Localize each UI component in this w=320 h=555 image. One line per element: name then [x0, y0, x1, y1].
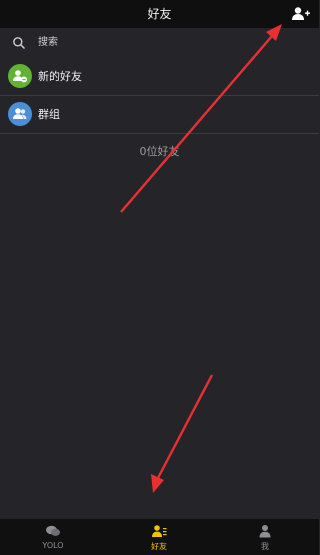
profile-icon [259, 525, 271, 538]
chat-bubbles-icon [46, 525, 60, 536]
tab-yolo-label: YOLO [42, 541, 64, 550]
tab-friends[interactable]: 好友 [106, 519, 212, 555]
contacts-icon [152, 525, 167, 537]
tab-me[interactable]: 我 [212, 519, 318, 555]
annotation-arrow-down [151, 374, 214, 493]
annotation-arrows [120, 24, 282, 493]
tab-me-label: 我 [261, 542, 269, 551]
annotation-arrow-up [120, 24, 282, 213]
tab-yolo[interactable]: YOLO [0, 519, 106, 555]
bottom-tab-bar: YOLO 好友 我 [0, 519, 319, 555]
tab-friends-label: 好友 [151, 542, 167, 551]
